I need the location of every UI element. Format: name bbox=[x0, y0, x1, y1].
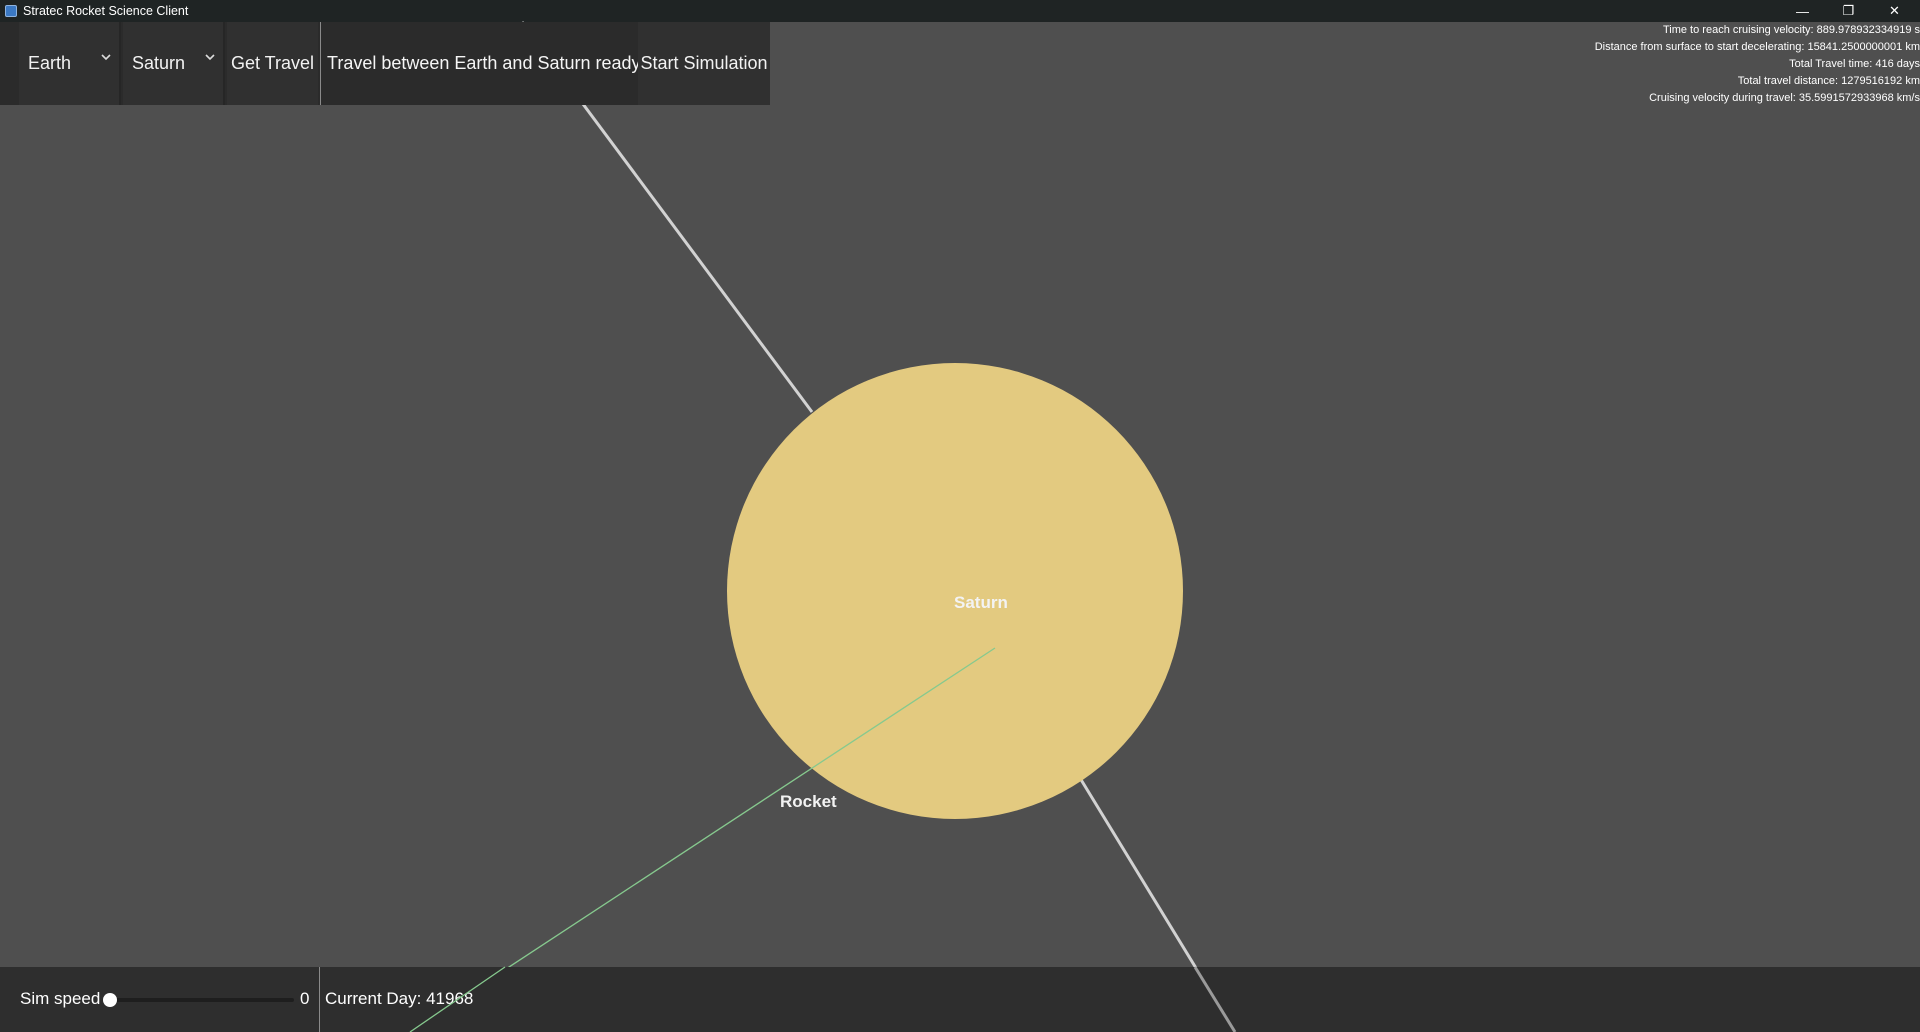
bottom-divider bbox=[319, 967, 320, 1032]
destination-dropdown[interactable]: Saturn bbox=[123, 22, 225, 105]
total-distance-text: Total travel distance: 1279516192 km bbox=[1737, 75, 1920, 87]
sim-speed-slider-handle[interactable] bbox=[103, 993, 117, 1007]
chevron-down-icon bbox=[205, 54, 215, 61]
saturn-planet[interactable] bbox=[727, 363, 1183, 819]
destination-dropdown-value: Saturn bbox=[132, 53, 186, 73]
sim-speed-value: 0 bbox=[300, 989, 310, 1008]
origin-dropdown[interactable]: Earth bbox=[19, 22, 121, 105]
decel-distance-text: Distance from surface to start decelerat… bbox=[1594, 41, 1920, 53]
total-travel-time-text: Total Travel time: 416 days bbox=[1789, 58, 1920, 70]
start-simulation-button[interactable]: Start Simulation bbox=[638, 22, 770, 105]
travel-status-text: Travel between Earth and Saturn ready! bbox=[327, 53, 646, 73]
time-to-cruise-text: Time to reach cruising velocity: 889.978… bbox=[1662, 24, 1920, 36]
origin-dropdown-value: Earth bbox=[28, 53, 72, 73]
get-travel-label: Get Travel bbox=[230, 53, 315, 73]
simulation-canvas bbox=[409, 21, 1237, 1032]
chevron-down-icon bbox=[101, 54, 111, 61]
start-simulation-label: Start Simulation bbox=[640, 53, 768, 73]
planet-label: Saturn bbox=[954, 593, 1008, 612]
current-day-text: Current Day: 41968 bbox=[325, 989, 474, 1008]
top-toolbar: Earth Saturn Get Travel Travel between E… bbox=[0, 22, 770, 105]
bottom-bar: Sim speed 0 Current Day: 41968 bbox=[0, 967, 1920, 1032]
rocket-label: Rocket bbox=[780, 792, 837, 811]
cruising-velocity-text: Cruising velocity during travel: 35.5991… bbox=[1649, 92, 1920, 104]
sim-speed-label: Sim speed bbox=[20, 989, 101, 1008]
get-travel-button[interactable]: Get Travel bbox=[227, 22, 318, 105]
sim-speed-slider[interactable] bbox=[110, 998, 294, 1002]
travel-info-panel: Time to reach cruising velocity: 889.978… bbox=[1595, 22, 1920, 107]
toolbar-divider bbox=[320, 22, 321, 105]
